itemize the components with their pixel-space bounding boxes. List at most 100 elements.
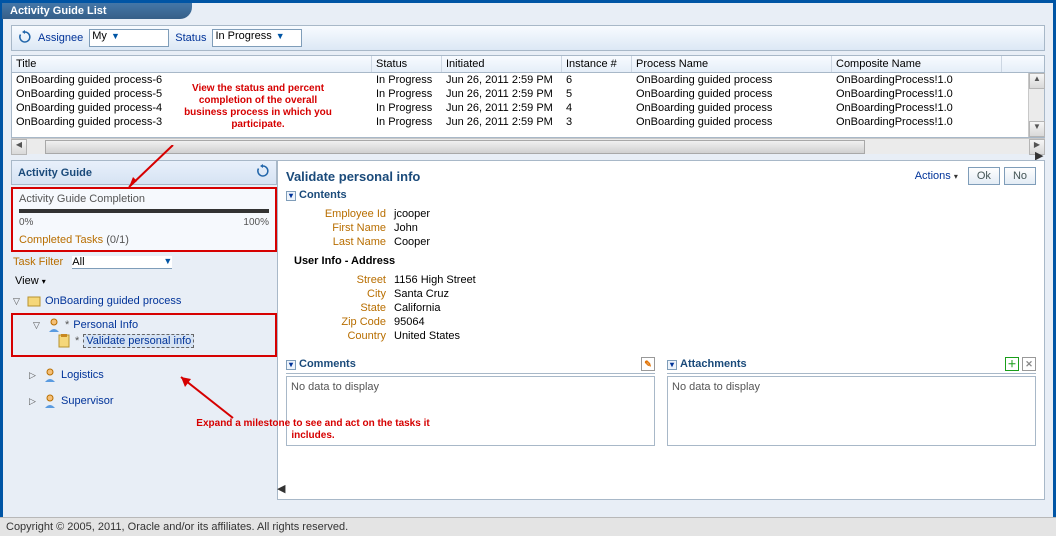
completed-tasks: Completed Tasks (0/1) <box>19 234 269 246</box>
city-label: City <box>294 288 394 300</box>
contents-header[interactable]: ▾Contents <box>278 187 1044 203</box>
tree-personal-info[interactable]: ▽ * Personal Info <box>15 317 273 333</box>
horizontal-scrollbar[interactable]: ◀ ▶ <box>11 138 1045 154</box>
completion-100pct: 100% <box>243 217 269 228</box>
add-attachment-icon[interactable]: ＋ <box>1005 357 1019 371</box>
tree-logistics[interactable]: ▷ Logistics <box>11 367 277 383</box>
zip-value: 95064 <box>394 316 425 328</box>
tree-validate-label: Validate personal info <box>83 334 194 348</box>
milestone-highlight: ▽ * Personal Info * Validate personal in… <box>11 313 277 357</box>
process-grid: Title Status Initiated Instance # Proces… <box>11 55 1045 138</box>
activity-guide-header: Activity Guide <box>11 160 277 185</box>
detail-panel: ◀ Validate personal info Actions ▾ Ok No… <box>277 160 1045 500</box>
person-icon <box>43 394 57 408</box>
person-icon <box>47 318 61 332</box>
scroll-down-icon[interactable]: ▼ <box>1029 121 1045 137</box>
tree-supervisor[interactable]: ▷ Supervisor <box>11 393 277 409</box>
scroll-left-icon[interactable]: ◀ <box>11 139 27 155</box>
address-info: Street1156 High Street CitySanta Cruz St… <box>278 269 1044 347</box>
scroll-thumb[interactable] <box>45 140 865 154</box>
last-name-value: Cooper <box>394 236 430 248</box>
employee-id-label: Employee Id <box>294 208 394 220</box>
first-name-label: First Name <box>294 222 394 234</box>
completion-box: Activity Guide Completion 0% 100% Comple… <box>11 187 277 252</box>
col-title[interactable]: Title <box>12 56 372 72</box>
employee-info: Employee Idjcooper First NameJohn Last N… <box>278 203 1044 253</box>
first-name-value: John <box>394 222 418 234</box>
tree-root-label: OnBoarding guided process <box>45 295 181 307</box>
detail-title: Validate personal info <box>286 169 420 184</box>
expand-icon[interactable]: ▽ <box>13 296 23 307</box>
status-label[interactable]: Status <box>175 32 206 44</box>
tree-logistics-label: Logistics <box>61 369 104 381</box>
process-icon <box>27 294 41 308</box>
tree-validate-task[interactable]: * Validate personal info <box>15 333 273 349</box>
add-comment-icon[interactable]: ✎ <box>641 357 655 371</box>
disclose-icon[interactable]: ▾ <box>667 360 677 370</box>
col-initiated[interactable]: Initiated <box>442 56 562 72</box>
comments-panel: ▾Comments ✎ No data to display <box>286 355 655 446</box>
street-label: Street <box>294 274 394 286</box>
col-instance[interactable]: Instance # <box>562 56 632 72</box>
no-button[interactable]: No <box>1004 167 1036 185</box>
table-row[interactable]: OnBoarding guided process-6 In Progress … <box>12 73 1044 87</box>
city-value: Santa Cruz <box>394 288 449 300</box>
state-label: State <box>294 302 394 314</box>
grid-body: OnBoarding guided process-6 In Progress … <box>12 73 1044 137</box>
task-filter-select[interactable]: All▼ <box>72 256 172 269</box>
disclose-icon[interactable]: ▾ <box>286 191 296 201</box>
table-row[interactable]: OnBoarding guided process-3 In Progress … <box>12 115 1044 129</box>
employee-id-value: jcooper <box>394 208 430 220</box>
filter-toolbar: Assignee My▼ Status In Progress▼ <box>11 25 1045 51</box>
refresh-icon[interactable] <box>18 30 32 47</box>
scroll-up-icon[interactable]: ▲ <box>1029 73 1045 89</box>
actions-menu[interactable]: Actions ▾ <box>915 170 958 182</box>
app-shell: Activity Guide List Assignee My▼ Status … <box>0 0 1056 536</box>
delete-attachment-icon[interactable]: ✕ <box>1022 357 1036 371</box>
comments-label: Comments <box>299 358 356 370</box>
ok-button[interactable]: Ok <box>968 167 1000 185</box>
grid-header: Title Status Initiated Instance # Proces… <box>12 56 1044 73</box>
expand-icon[interactable]: ▷ <box>29 370 39 381</box>
state-value: California <box>394 302 440 314</box>
clipboard-icon <box>57 334 71 348</box>
country-value: United States <box>394 330 460 342</box>
attachments-body: No data to display <box>667 376 1036 446</box>
activity-guide-title: Activity Guide <box>18 167 92 179</box>
last-name-label: Last Name <box>294 236 394 248</box>
col-process[interactable]: Process Name <box>632 56 832 72</box>
comments-body: No data to display <box>286 376 655 446</box>
table-row[interactable]: OnBoarding guided process-4 In Progress … <box>12 101 1044 115</box>
vertical-scrollbar[interactable]: ▲ ▼ <box>1028 73 1044 137</box>
activity-guide-panel: Activity Guide Activity Guide Completion… <box>11 160 277 500</box>
expand-icon[interactable]: ▽ <box>33 320 43 331</box>
completion-progress-bar <box>19 209 269 213</box>
tree-root[interactable]: ▽ OnBoarding guided process <box>11 293 277 309</box>
table-row[interactable]: OnBoarding guided process-5 In Progress … <box>12 87 1044 101</box>
completion-title: Activity Guide Completion <box>19 193 269 205</box>
user-info-address-header: User Info - Address <box>278 253 1044 269</box>
tree-personal-label: Personal Info <box>73 319 138 331</box>
country-label: Country <box>294 330 394 342</box>
disclose-icon[interactable]: ▾ <box>286 360 296 370</box>
task-filter: Task Filter All▼ <box>11 252 277 273</box>
status-select[interactable]: In Progress▼ <box>212 29 302 47</box>
task-tree: ▽ OnBoarding guided process ▽ * Personal… <box>11 293 277 409</box>
window-title: Activity Guide List <box>2 3 192 19</box>
attachments-label: Attachments <box>680 358 747 370</box>
footer-copyright: Copyright © 2005, 2011, Oracle and/or it… <box>0 517 1056 536</box>
zip-label: Zip Code <box>294 316 394 328</box>
col-status[interactable]: Status <box>372 56 442 72</box>
col-composite[interactable]: Composite Name <box>832 56 1002 72</box>
task-filter-label: Task Filter <box>13 256 63 268</box>
completion-0pct: 0% <box>19 217 33 228</box>
collapse-handle-icon[interactable]: ◀ <box>277 482 285 495</box>
refresh-icon[interactable] <box>256 164 270 181</box>
attachments-panel: ▾Attachments ＋ ✕ No data to display <box>667 355 1036 446</box>
assignee-label[interactable]: Assignee <box>38 32 83 44</box>
tree-supervisor-label: Supervisor <box>61 395 114 407</box>
street-value: 1156 High Street <box>394 274 476 286</box>
assignee-select[interactable]: My▼ <box>89 29 169 47</box>
expand-icon[interactable]: ▷ <box>29 396 39 407</box>
view-menu[interactable]: View ▾ <box>11 273 277 289</box>
